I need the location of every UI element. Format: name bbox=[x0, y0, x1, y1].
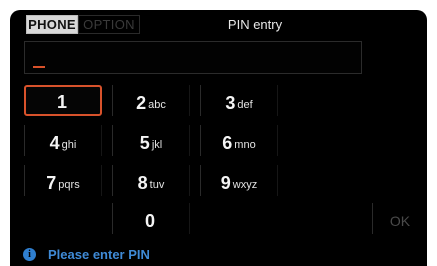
key-1[interactable]: 1 bbox=[24, 85, 102, 116]
key-letters: tuv bbox=[149, 179, 165, 191]
key-letters: wxyz bbox=[232, 179, 258, 191]
key-digit: 1 bbox=[56, 92, 67, 112]
tab-option[interactable]: OPTION bbox=[78, 15, 140, 34]
key-5[interactable]: 5 jkl bbox=[112, 125, 190, 156]
status-bar: i Please enter PIN bbox=[10, 242, 427, 266]
key-letters: ghi bbox=[61, 139, 77, 151]
key-0[interactable]: 0 bbox=[112, 203, 190, 234]
text-cursor bbox=[33, 66, 45, 68]
key-digit: 7 bbox=[46, 173, 57, 193]
status-message: Please enter PIN bbox=[48, 246, 150, 262]
key-letters: jkl bbox=[151, 139, 163, 151]
key-letters: def bbox=[237, 99, 253, 111]
key-digit: 6 bbox=[222, 133, 233, 153]
key-digit: 8 bbox=[137, 173, 148, 193]
key-letters: mno bbox=[234, 139, 256, 151]
ok-button[interactable]: OK bbox=[372, 203, 427, 234]
key-7[interactable]: 7 pqrs bbox=[24, 165, 102, 196]
key-2[interactable]: 2 abc bbox=[112, 85, 190, 116]
key-6[interactable]: 6 mno bbox=[200, 125, 278, 156]
key-digit: 0 bbox=[144, 211, 155, 231]
pin-input[interactable] bbox=[24, 41, 362, 74]
page-title: PIN entry bbox=[227, 17, 283, 32]
key-9[interactable]: 9 wxyz bbox=[200, 165, 278, 196]
key-digit: 9 bbox=[220, 173, 231, 193]
key-digit: 3 bbox=[225, 93, 236, 113]
key-letters: abc bbox=[148, 99, 166, 111]
tab-phone[interactable]: PHONE bbox=[26, 15, 78, 34]
key-digit: 2 bbox=[136, 93, 147, 113]
key-8[interactable]: 8 tuv bbox=[112, 165, 190, 196]
key-digit: 4 bbox=[49, 133, 60, 153]
pin-entry-screen: PHONE OPTION PIN entry 1 2 abc 3 def 4 g… bbox=[10, 10, 427, 266]
key-4[interactable]: 4 ghi bbox=[24, 125, 102, 156]
key-letters: pqrs bbox=[58, 179, 80, 191]
key-digit: 5 bbox=[139, 133, 150, 153]
info-icon: i bbox=[23, 247, 36, 261]
key-3[interactable]: 3 def bbox=[200, 85, 278, 116]
